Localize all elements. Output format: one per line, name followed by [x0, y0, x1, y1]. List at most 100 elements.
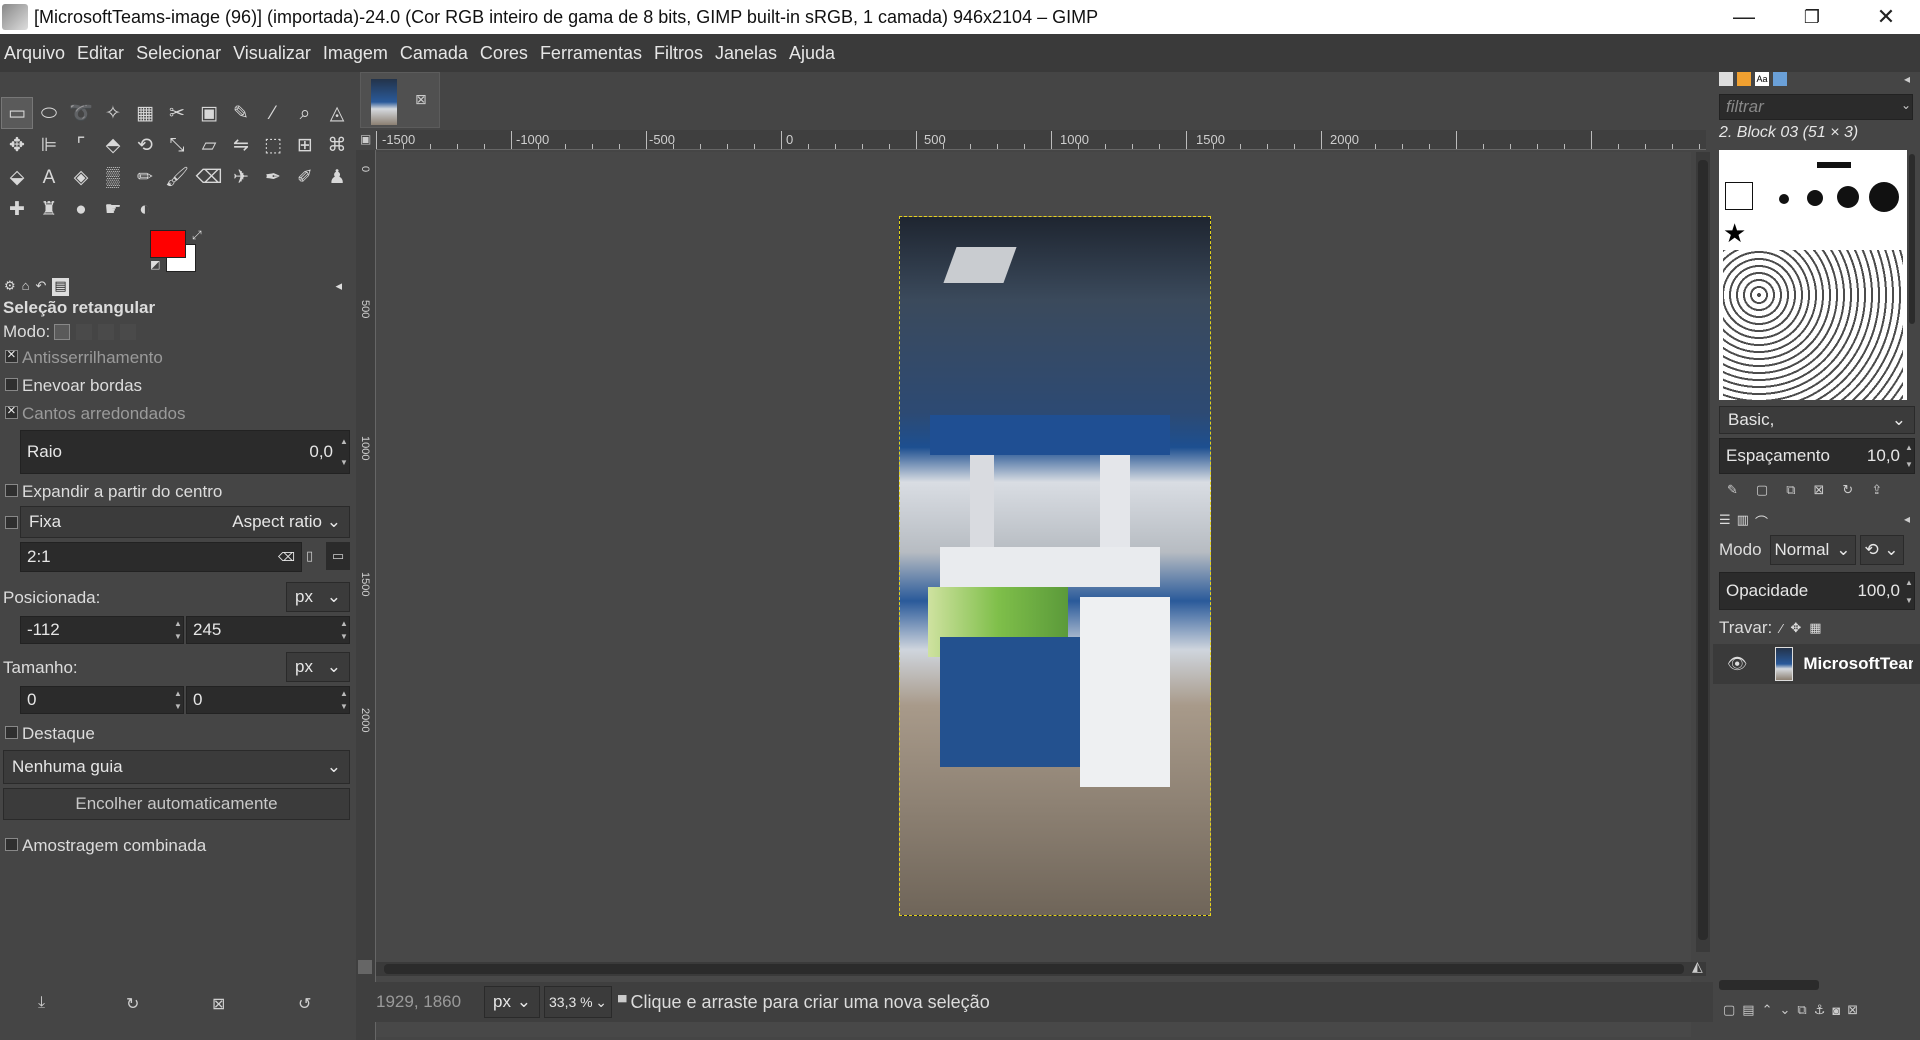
delete-layer-icon[interactable]: ⊠	[1847, 1002, 1858, 1018]
color-select-icon[interactable]: ▦	[129, 97, 161, 129]
clear-icon[interactable]: ⌫	[278, 550, 295, 564]
menu-visualizar[interactable]: Visualizar	[233, 43, 311, 64]
fuzzy-select-icon[interactable]: ✧	[97, 97, 129, 129]
size-height-spinner[interactable]: ▲ ▼	[339, 687, 349, 713]
menu-imagem[interactable]: Imagem	[323, 43, 388, 64]
size-height-input[interactable]: 0 ▲ ▼	[186, 686, 350, 714]
cage-icon[interactable]: ⊞	[289, 129, 321, 161]
close-tab-icon[interactable]: ⊠	[415, 91, 427, 108]
position-unit-combo[interactable]: px ⌄	[286, 582, 350, 612]
fonts-tab-icon[interactable]: Aa	[1755, 72, 1769, 86]
radius-field[interactable]: Raio 0,0 ▲ ▼	[20, 430, 350, 474]
layer-mode-combo[interactable]: Normal ⌄	[1769, 535, 1856, 565]
free-select-icon[interactable]: ➰	[65, 97, 97, 129]
quick-mask-icon[interactable]: ▣	[360, 132, 374, 146]
shear-icon[interactable]: ▱	[193, 129, 225, 161]
raise-layer-icon[interactable]: ⌃	[1762, 1002, 1773, 1018]
duplicate-layer-icon[interactable]: ⧉	[1797, 1002, 1806, 1018]
perspective-clone-icon[interactable]: ♜	[33, 193, 65, 225]
brush-hard-small[interactable]	[1807, 190, 1823, 206]
airbrush-icon[interactable]: ✈	[225, 161, 257, 193]
layer-visibility-icon[interactable]: 👁	[1727, 654, 1747, 674]
spacing-spinner[interactable]: ▲ ▼	[1904, 439, 1914, 473]
crop-icon[interactable]: ⌜	[65, 129, 97, 161]
landscape-icon[interactable]: ▭	[326, 542, 350, 570]
configure-tab-icon[interactable]: ◂	[1904, 72, 1910, 86]
mypaint-brush-icon[interactable]: ✐	[289, 161, 321, 193]
minimize-button[interactable]: —	[1710, 0, 1778, 34]
swap-colors-icon[interactable]: ⤢	[192, 228, 202, 243]
paths-icon[interactable]: ✎	[225, 97, 257, 129]
brush-texture-set[interactable]	[1723, 250, 1903, 400]
menu-editar[interactable]: Editar	[77, 43, 124, 64]
mode-replace-icon[interactable]	[54, 324, 70, 340]
portrait-icon[interactable]: ▯	[306, 548, 313, 564]
autoshrink-button[interactable]: Encolher automaticamente	[3, 788, 350, 820]
duplicate-brush-icon[interactable]: ⧉	[1786, 482, 1795, 498]
handle-transform-icon[interactable]: ⬙	[1, 161, 33, 193]
lock-pixels-icon[interactable]: ⁄	[1780, 621, 1782, 636]
zoom-icon[interactable]: ⌕	[289, 97, 321, 129]
images-tab-icon[interactable]: ▤	[52, 278, 69, 296]
channels-tab-icon[interactable]: ▥	[1737, 512, 1749, 531]
sample-merged-checkbox[interactable]	[5, 838, 18, 851]
blur-icon[interactable]: ●	[65, 193, 97, 225]
fixed-checkbox[interactable]	[5, 516, 18, 529]
align-icon[interactable]: ⊫	[33, 129, 65, 161]
clone-icon[interactable]: ♟	[321, 161, 353, 193]
position-y-input[interactable]: 245 ▲ ▼	[186, 616, 350, 644]
reset-options-icon[interactable]: ↺	[298, 994, 311, 1014]
ratio-input[interactable]: 2:1 ⌫	[20, 542, 302, 572]
guides-combo[interactable]: Nenhuma guia ⌄	[3, 750, 350, 784]
patterns-tab-icon[interactable]	[1737, 72, 1751, 86]
tool-options-tab-icon[interactable]: ⚙	[4, 278, 16, 296]
foreground-select-icon[interactable]: ▣	[193, 97, 225, 129]
measure-icon[interactable]: ◬	[321, 97, 353, 129]
mode-subtract-icon[interactable]	[98, 324, 114, 340]
brush-hard-medium[interactable]	[1837, 186, 1859, 208]
device-status-tab-icon[interactable]: ⌂	[22, 278, 30, 296]
status-unit-combo[interactable]: px ⌄	[484, 986, 540, 1018]
gradients-tab-icon[interactable]	[1773, 72, 1787, 86]
configure-tab-icon[interactable]: ◂	[1904, 512, 1910, 526]
brush-selected[interactable]	[1725, 182, 1753, 210]
brush-filter-input[interactable]: filtrar	[1719, 94, 1913, 120]
paintbrush-icon[interactable]: 🖌	[161, 161, 193, 193]
bucket-fill-icon[interactable]: ◈	[65, 161, 97, 193]
mode-add-icon[interactable]	[76, 324, 92, 340]
brush-star[interactable]: ★	[1723, 220, 1746, 246]
zoom-corner-icon[interactable]: ◭	[1692, 958, 1703, 975]
brushes-tab-icon[interactable]	[1719, 72, 1733, 86]
brush-hard-tiny[interactable]	[1779, 194, 1789, 204]
opacity-spinner[interactable]: ▲ ▼	[1904, 573, 1914, 609]
delete-preset-icon[interactable]: ⊠	[212, 994, 225, 1014]
mode-intersect-icon[interactable]	[120, 324, 136, 340]
size-width-input[interactable]: 0 ▲ ▼	[20, 686, 184, 714]
heal-icon[interactable]: ✚	[1, 193, 33, 225]
new-brush-icon[interactable]: ▢	[1756, 482, 1768, 498]
new-layer-group-icon[interactable]: ▤	[1742, 1002, 1754, 1018]
navigate-icon[interactable]	[358, 960, 372, 974]
zoom-combo[interactable]: 33,3 % ⌄	[544, 986, 612, 1018]
maximize-button[interactable]: ❐	[1778, 0, 1846, 34]
chevron-down-icon[interactable]: ⌄	[1901, 98, 1911, 112]
default-colors-icon[interactable]: ◩	[150, 258, 160, 271]
image-photo[interactable]	[899, 216, 1211, 916]
rotate-icon[interactable]: ⟲	[129, 129, 161, 161]
undo-history-tab-icon[interactable]: ↶	[36, 278, 47, 296]
layers-scrollbar[interactable]	[1719, 980, 1819, 990]
scale-icon[interactable]: ⤡	[161, 129, 193, 161]
menu-ajuda[interactable]: Ajuda	[789, 43, 835, 64]
unified-transform-icon[interactable]: ⬘	[97, 129, 129, 161]
size-width-spinner[interactable]: ▲ ▼	[173, 687, 183, 713]
expand-center-checkbox[interactable]	[5, 484, 18, 497]
open-brush-icon[interactable]: ⇪	[1871, 482, 1882, 498]
text-icon[interactable]: A	[33, 161, 65, 193]
menu-cores[interactable]: Cores	[480, 43, 528, 64]
image-tab[interactable]: ⊠	[360, 72, 440, 128]
highlight-checkbox[interactable]	[5, 726, 18, 739]
position-y-spinner[interactable]: ▲ ▼	[339, 617, 349, 643]
lower-layer-icon[interactable]: ⌄	[1780, 1002, 1791, 1018]
menu-filtros[interactable]: Filtros	[654, 43, 703, 64]
horizontal-scrollbar[interactable]	[376, 962, 1706, 976]
